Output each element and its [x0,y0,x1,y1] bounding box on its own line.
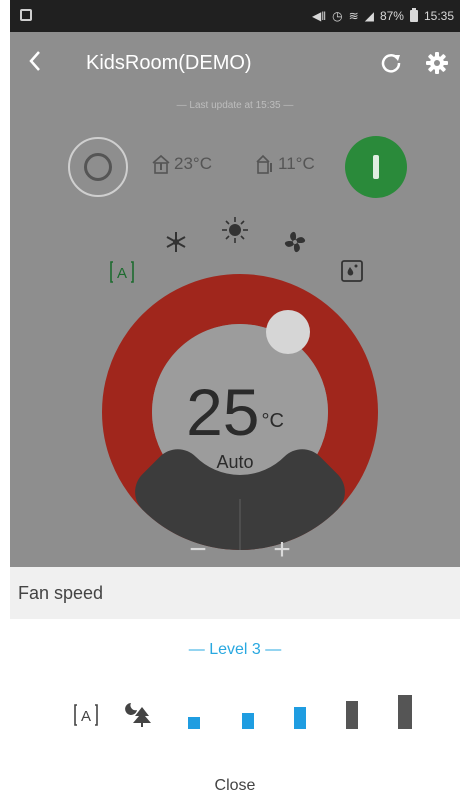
speed-bar-1 [188,717,200,729]
snowflake-icon [166,232,186,252]
power-icon [373,155,379,179]
set-temperature: 25 °C [10,374,460,450]
battery-icon [409,8,418,22]
main-screen: KidsRoom(DEMO) — Last update at 15:35 — … [10,32,460,567]
back-button[interactable] [28,49,42,79]
chevron-left-icon [29,51,40,71]
speed-bar-5 [398,695,412,729]
fan-speed-title: Fan speed [18,583,104,603]
fan-speed-options: A [10,681,460,737]
fan-level-label: — Level 3 — [188,641,282,658]
screenshot-icon [20,9,32,21]
power-button[interactable] [345,136,407,198]
svg-text:A: A [81,708,91,725]
fan-speed-sheet: — Level 3 — A Close [10,619,460,811]
outdoor-temp: 11°C [256,154,315,174]
mode-heat-button[interactable] [219,214,251,246]
fan-speed-level-2[interactable] [228,681,268,729]
fan-speed-level-1[interactable] [174,681,214,729]
speed-bar-4 [346,701,358,729]
refresh-button[interactable] [378,50,404,76]
standby-button[interactable] [68,137,128,197]
wifi-icon: ≋ [348,9,359,23]
decrease-temp-button[interactable]: − [178,530,218,567]
set-temperature-value: 25 [186,375,260,449]
fan-icon [284,231,306,253]
refresh-icon [381,54,401,73]
indoor-house-icon [152,154,170,174]
settings-button[interactable] [424,50,450,76]
status-bar: ◀ǁ ◷ ≋ ◢ 87% 15:35 [10,0,460,32]
speed-bar-2 [242,713,254,729]
outdoor-temp-value: 11°C [278,154,315,173]
fan-speed-sheet-header: Fan speed [10,567,460,619]
dial-handle[interactable] [266,310,310,354]
temperature-unit: °C [261,410,284,432]
page-title: KidsRoom(DEMO) [86,52,252,74]
fan-speed-auto-button[interactable]: A [66,681,106,729]
app-screen: ◀ǁ ◷ ≋ ◢ 87% 15:35 KidsRoom(DEMO) — Last… [10,0,460,811]
close-button[interactable]: Close [10,777,460,795]
mode-fan-button[interactable] [279,226,311,258]
battery-percent: 87% [379,9,404,23]
alarm-icon: ◷ [332,9,343,23]
fan-speed-silent-button[interactable] [118,681,158,729]
toolbar: KidsRoom(DEMO) [10,32,460,96]
signal-icon: ◢ [364,9,374,23]
sun-icon [222,217,248,243]
clock: 15:35 [423,9,454,23]
indoor-temp: 23°C [152,154,212,174]
current-mode-label: Auto [216,452,254,472]
silent-night-icon [125,703,151,727]
fan-speed-level-3[interactable] [280,681,320,729]
mute-icon: ◀ǁ [311,9,327,23]
outdoor-house-icon [256,154,272,174]
last-update-text: — Last update at 15:35 — [176,100,294,111]
mode-cool-button[interactable] [160,226,192,258]
indoor-temp-value: 23°C [174,154,212,173]
fan-speed-level-5[interactable] [385,681,425,729]
fan-speed-level-4[interactable] [332,681,372,729]
speed-bar-3 [294,707,306,729]
increase-temp-button[interactable]: + [262,530,302,567]
gear-icon [426,52,448,74]
auto-fan-icon: A [74,704,98,726]
